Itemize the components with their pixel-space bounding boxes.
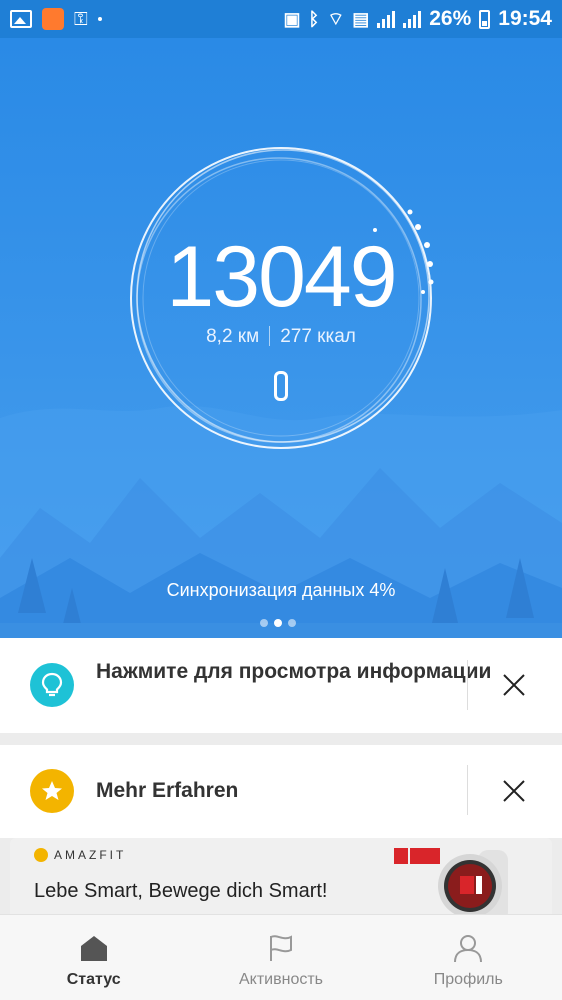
calories-value: 277 ккал xyxy=(280,326,356,347)
activity-hero[interactable]: 13049 8,2 км 277 ккал Синхронизация данны… xyxy=(0,38,562,638)
home-icon xyxy=(80,936,107,961)
fitness-band-icon xyxy=(274,371,288,401)
divider xyxy=(467,765,468,815)
nav-activity[interactable]: Активность xyxy=(187,915,374,1000)
battery-saver-icon: ▣ xyxy=(283,8,301,29)
battery-percent: 26% xyxy=(429,7,472,30)
divider xyxy=(467,660,468,710)
ad-tagline: Lebe Smart, Bewege dich Smart! xyxy=(34,880,328,902)
amazfit-logo: AMAZFIT xyxy=(34,848,126,862)
nav-label: Активность xyxy=(238,971,323,988)
distance-value: 8,2 км xyxy=(206,326,260,347)
sync-status: Синхронизация данных 4% xyxy=(166,580,396,600)
nav-label: Профиль xyxy=(433,971,503,988)
gallery-icon xyxy=(10,10,32,28)
star-icon xyxy=(30,769,74,813)
signal-icon xyxy=(403,10,422,28)
close-icon[interactable] xyxy=(496,773,532,809)
profile-icon xyxy=(454,935,483,963)
battery-icon xyxy=(479,9,491,29)
info-card[interactable]: Нажмите для просмотра информации xyxy=(0,638,562,733)
info-card-text: Нажмите для просмотра информации xyxy=(96,660,492,683)
dot-icon xyxy=(97,17,102,21)
learn-more-card[interactable]: Mehr Erfahren xyxy=(0,745,562,838)
step-count: 13049 xyxy=(166,229,397,325)
app-notification-icon xyxy=(42,8,64,30)
divider xyxy=(269,326,271,346)
activity-substats: 8,2 км 277 ккал xyxy=(0,326,562,348)
page-dot xyxy=(288,619,296,627)
status-bar: ⚿ ▣ ᛒ ⌔ ▤ 26% 19:54 xyxy=(0,0,562,38)
nav-label: Статус xyxy=(66,971,121,988)
page-indicator xyxy=(260,619,296,627)
nav-profile[interactable]: Профиль xyxy=(375,915,562,1000)
clock: 19:54 xyxy=(498,7,552,30)
page-dot xyxy=(260,619,268,627)
brand-name: AMAZFIT xyxy=(54,848,127,862)
wifi-icon: ⌔ xyxy=(327,8,345,29)
brand-dot-icon xyxy=(34,848,48,862)
key-icon: ⚿ xyxy=(74,8,88,29)
sim-icon: ▤ xyxy=(352,8,370,29)
bottom-navigation: Статус Активность Профиль xyxy=(0,914,562,1000)
close-icon[interactable] xyxy=(496,667,532,703)
signal-icon xyxy=(377,10,396,28)
flag-icon xyxy=(269,935,292,961)
ad-banner[interactable]: AMAZFIT Lebe Smart, Bewege dich Smart! xyxy=(10,838,552,918)
lightbulb-icon xyxy=(30,663,74,707)
nav-status[interactable]: Статус xyxy=(0,915,187,1000)
page-dot-active xyxy=(274,619,282,627)
smartwatch-image xyxy=(438,850,508,918)
bluetooth-icon: ᛒ xyxy=(308,8,320,29)
learn-more-text: Mehr Erfahren xyxy=(96,779,239,802)
